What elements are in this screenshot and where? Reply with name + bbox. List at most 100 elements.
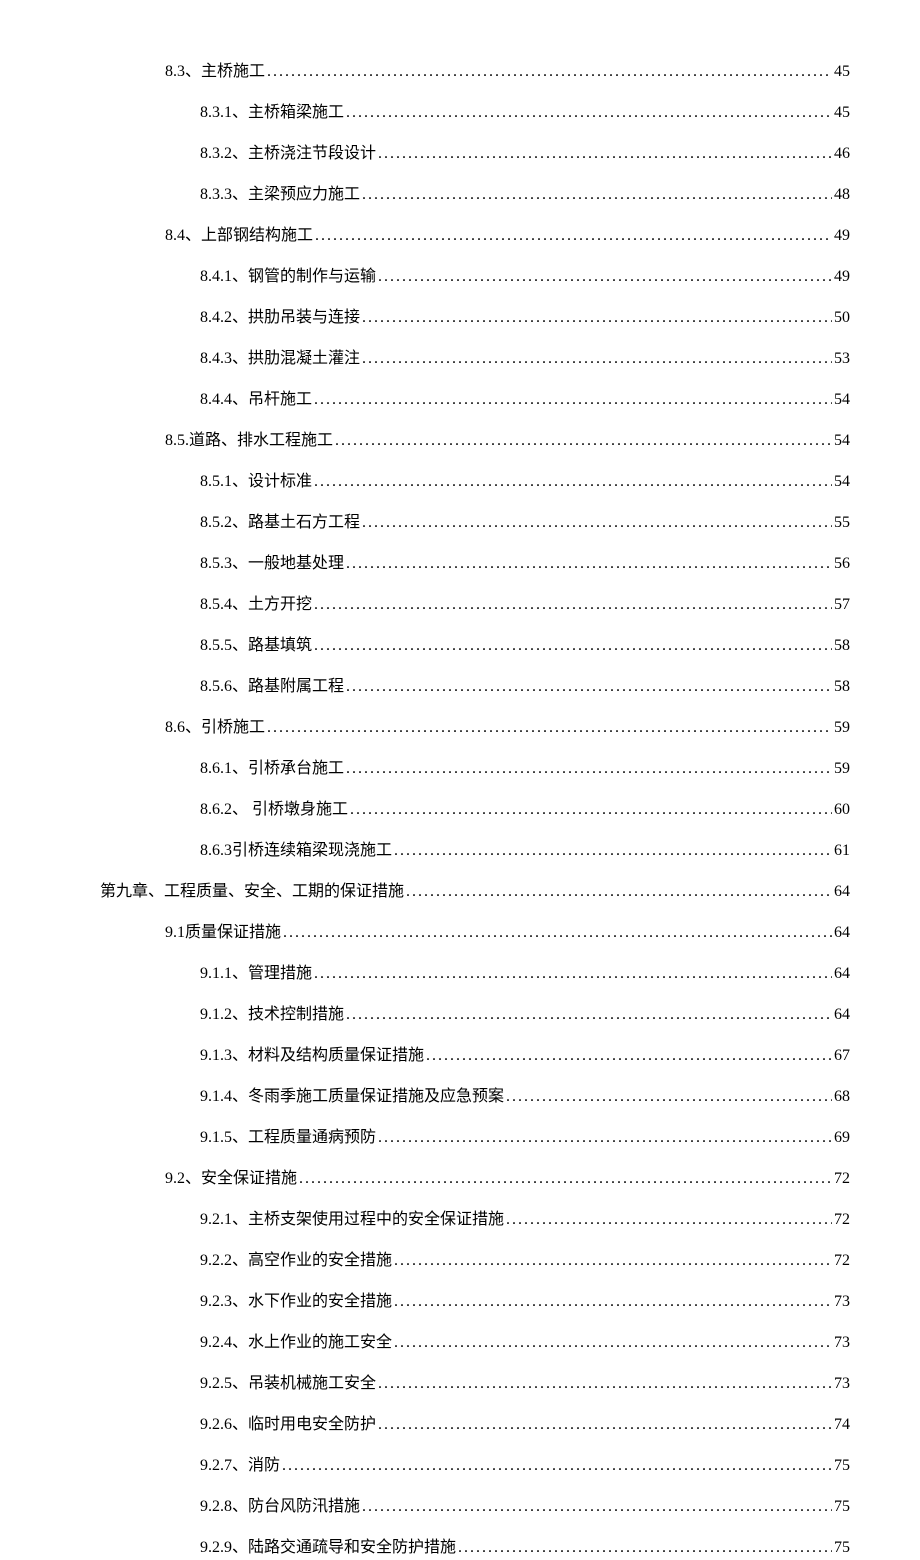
toc-leader-dots: ........................................…	[362, 306, 832, 330]
toc-leader-dots: ........................................…	[267, 716, 832, 740]
toc-entry: 8.5.2、路基土石方工程...........................…	[200, 511, 850, 535]
toc-entry-label: 8.6.3引桥连续箱梁现浇施工	[200, 839, 392, 863]
toc-entry: 9.1.5、工程质量通病预防..........................…	[200, 1126, 850, 1150]
toc-entry-page: 49	[834, 224, 850, 248]
toc-entry-page: 64	[834, 880, 850, 904]
toc-entry-label: 8.4.4、吊杆施工	[200, 388, 312, 412]
toc-leader-dots: ........................................…	[394, 839, 832, 863]
toc-entry-page: 55	[834, 511, 850, 535]
toc-entry: 9.2.1、主桥支架使用过程中的安全保证措施..................…	[200, 1208, 850, 1232]
toc-entry-page: 50	[834, 306, 850, 330]
toc-entry-page: 75	[834, 1536, 850, 1560]
toc-entry-page: 53	[834, 347, 850, 371]
toc-entry: 8.6、引桥施工................................…	[165, 716, 850, 740]
toc-entry-label: 8.3.2、主桥浇注节段设计	[200, 142, 376, 166]
toc-entry-page: 67	[834, 1044, 850, 1068]
toc-entry-label: 9.2.6、临时用电安全防护	[200, 1413, 376, 1437]
toc-entry-label: 8.5.1、设计标准	[200, 470, 312, 494]
toc-entry-label: 第九章、工程质量、安全、工期的保证措施	[100, 880, 404, 904]
toc-entry: 9.1.2、技术控制措施............................…	[200, 1003, 850, 1027]
toc-entry: 9.2.9、陆路交通疏导和安全防护措施.....................…	[200, 1536, 850, 1560]
toc-leader-dots: ........................................…	[406, 880, 832, 904]
toc-leader-dots: ........................................…	[346, 757, 832, 781]
toc-entry-page: 59	[834, 716, 850, 740]
toc-entry-page: 49	[834, 265, 850, 289]
toc-entry: 9.2.2、高空作业的安全措施.........................…	[200, 1249, 850, 1273]
toc-leader-dots: ........................................…	[506, 1085, 832, 1109]
toc-leader-dots: ........................................…	[378, 1126, 832, 1150]
toc-entry: 8.3.3、主梁预应力施工...........................…	[200, 183, 850, 207]
toc-leader-dots: ........................................…	[314, 593, 832, 617]
toc-leader-dots: ........................................…	[335, 429, 832, 453]
toc-entry-label: 9.2.2、高空作业的安全措施	[200, 1249, 392, 1273]
toc-entry-label: 9.2.3、水下作业的安全措施	[200, 1290, 392, 1314]
toc-entry-page: 48	[834, 183, 850, 207]
toc-entry: 9.1.4、冬雨季施工质量保证措施及应急预案..................…	[200, 1085, 850, 1109]
toc-entry-label: 8.5.5、路基填筑	[200, 634, 312, 658]
toc-entry-page: 74	[834, 1413, 850, 1437]
toc-entry: 8.5.1、设计标准..............................…	[200, 470, 850, 494]
toc-leader-dots: ........................................…	[362, 183, 832, 207]
toc-leader-dots: ........................................…	[299, 1167, 832, 1191]
toc-entry-label: 9.2.9、陆路交通疏导和安全防护措施	[200, 1536, 456, 1560]
toc-entry-page: 73	[834, 1290, 850, 1314]
toc-entry-label: 9.2.5、吊装机械施工安全	[200, 1372, 376, 1396]
toc-entry-label: 9.2.1、主桥支架使用过程中的安全保证措施	[200, 1208, 504, 1232]
toc-entry-label: 8.4.3、拱肋混凝土灌注	[200, 347, 360, 371]
toc-leader-dots: ........................................…	[378, 1413, 832, 1437]
toc-entry-label: 8.4.2、拱肋吊装与连接	[200, 306, 360, 330]
toc-leader-dots: ........................................…	[378, 142, 832, 166]
toc-leader-dots: ........................................…	[314, 962, 832, 986]
toc-entry-page: 75	[834, 1495, 850, 1519]
toc-entry: 8.4.1、钢管的制作与运输..........................…	[200, 265, 850, 289]
toc-entry: 8.6.2、 引桥墩身施工...........................…	[200, 798, 850, 822]
toc-leader-dots: ........................................…	[378, 265, 832, 289]
toc-leader-dots: ........................................…	[362, 511, 832, 535]
toc-entry-page: 54	[834, 429, 850, 453]
toc-entry-page: 69	[834, 1126, 850, 1150]
toc-entry-label: 8.4、上部钢结构施工	[165, 224, 313, 248]
toc-entry-page: 57	[834, 593, 850, 617]
toc-entry: 8.6.1、引桥承台施工............................…	[200, 757, 850, 781]
toc-entry: 9.2.8、防台风防汛措施...........................…	[200, 1495, 850, 1519]
toc-entry: 8.5.道路、排水工程施工...........................…	[165, 429, 850, 453]
toc-entry-page: 45	[834, 60, 850, 84]
toc-entry-label: 9.2.8、防台风防汛措施	[200, 1495, 360, 1519]
toc-entry: 第九章、工程质量、安全、工期的保证措施.....................…	[100, 880, 850, 904]
toc-entry-label: 9.1.4、冬雨季施工质量保证措施及应急预案	[200, 1085, 504, 1109]
table-of-contents: 8.3、主桥施工................................…	[70, 60, 850, 1560]
toc-leader-dots: ........................................…	[350, 798, 832, 822]
toc-leader-dots: ........................................…	[378, 1372, 832, 1396]
toc-leader-dots: ........................................…	[426, 1044, 832, 1068]
toc-entry: 9.2.3、水下作业的安全措施.........................…	[200, 1290, 850, 1314]
toc-entry-label: 8.5.道路、排水工程施工	[165, 429, 333, 453]
toc-entry-label: 9.1.1、管理措施	[200, 962, 312, 986]
toc-leader-dots: ........................................…	[314, 470, 832, 494]
toc-entry-page: 72	[834, 1208, 850, 1232]
toc-entry: 8.4、上部钢结构施工.............................…	[165, 224, 850, 248]
toc-leader-dots: ........................................…	[362, 347, 832, 371]
toc-entry-page: 59	[834, 757, 850, 781]
toc-entry-page: 60	[834, 798, 850, 822]
toc-entry: 8.3.1、主桥箱梁施工............................…	[200, 101, 850, 125]
toc-entry: 8.4.4、吊杆施工..............................…	[200, 388, 850, 412]
toc-entry-label: 9.2.7、消防	[200, 1454, 280, 1478]
toc-entry-page: 68	[834, 1085, 850, 1109]
toc-entry-page: 64	[834, 921, 850, 945]
toc-entry-label: 8.3.1、主桥箱梁施工	[200, 101, 344, 125]
toc-entry-page: 75	[834, 1454, 850, 1478]
toc-leader-dots: ........................................…	[315, 224, 832, 248]
toc-entry-page: 73	[834, 1372, 850, 1396]
toc-entry: 9.1质量保证措施...............................…	[165, 921, 850, 945]
toc-leader-dots: ........................................…	[346, 101, 832, 125]
toc-entry: 9.2.4、水上作业的施工安全.........................…	[200, 1331, 850, 1355]
toc-entry-label: 8.5.3、一般地基处理	[200, 552, 344, 576]
toc-entry-label: 8.5.6、路基附属工程	[200, 675, 344, 699]
toc-entry: 9.2.5、吊装机械施工安全..........................…	[200, 1372, 850, 1396]
toc-leader-dots: ........................................…	[458, 1536, 832, 1560]
toc-entry-label: 8.5.4、土方开挖	[200, 593, 312, 617]
toc-entry-label: 9.1.5、工程质量通病预防	[200, 1126, 376, 1150]
toc-entry: 8.5.6、路基附属工程............................…	[200, 675, 850, 699]
toc-entry-page: 72	[834, 1249, 850, 1273]
toc-leader-dots: ........................................…	[394, 1290, 832, 1314]
